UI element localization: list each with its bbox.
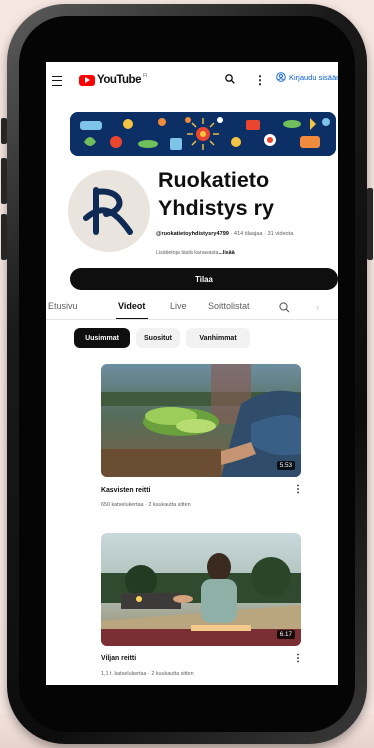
tab-live[interactable]: Live [170,301,187,311]
subscribe-label: Tilaa [195,274,213,284]
tabs-divider [46,319,338,320]
phone-side-button [1,158,7,204]
chip-oldest[interactable]: Vanhimmat [186,328,250,348]
chip-newest[interactable]: Uusimmat [74,328,130,348]
subscriber-count: 414 tilaajaa [233,231,263,237]
thumbnail-image [101,364,301,477]
tab-playlists[interactable]: Soittolistat [208,301,250,311]
chevron-right-icon[interactable]: › [316,302,319,312]
view-count: 1,1 t. katselukertaa [101,671,147,677]
sign-in-button[interactable]: Kirjaudu sisään [276,72,338,82]
video-title[interactable]: Viljan reitti [101,655,136,662]
description-text: Lisätietoja tästä kanavasta [156,250,219,256]
channel-logo-icon [83,187,133,235]
video-more-icon[interactable]: ⋮ [293,654,303,664]
channel-tabs: Etusivu Videot Live Soittolistat › [46,298,338,320]
subscribe-button[interactable]: Tilaa [70,268,338,290]
thumbnail-image [101,533,301,646]
channel-meta: @ruokatietoyhdistysry4799 · 414 tilaajaa… [156,231,293,237]
phone-side-button [1,118,7,144]
phone-power-button [367,188,373,260]
video-thumbnail[interactable]: 6.17 [101,533,301,646]
more-link[interactable]: ...lisää [218,250,234,256]
chip-label: Vanhimmat [199,334,237,342]
banner-artwork [70,112,336,156]
chip-label: Uusimmat [85,334,119,342]
video-meta: 650 katselukertaa · 2 kuukautta sitten [101,502,191,508]
sign-in-label: Kirjaudu sisään [289,72,338,82]
chip-popular[interactable]: Suositut [136,328,180,348]
channel-name-line2: Yhdistys ry [158,196,274,220]
phone-side-button [1,214,7,260]
region-code: FI [142,73,148,79]
channel-banner [70,112,336,156]
top-app-bar: YouTube FI ⋮ Kirjaudu sisään [46,62,338,100]
youtube-logo[interactable]: YouTube FI [79,72,147,88]
channel-name-line1: Ruokatieto [158,168,270,192]
video-duration: 6.17 [276,630,295,639]
chip-label: Suositut [144,334,172,342]
youtube-play-icon [79,74,95,86]
video-more-icon[interactable]: ⋮ [293,485,303,495]
search-icon[interactable] [225,74,235,84]
upload-age: 2 kuukautta sitten [148,502,191,508]
youtube-wordmark: YouTube [97,74,141,86]
channel-description[interactable]: Lisätietoja tästä kanavasta...lisää [156,250,235,256]
menu-icon[interactable] [52,76,62,86]
video-title[interactable]: Kasvisten reitti [101,487,150,494]
channel-handle: @ruokatietoyhdistysry4799 [156,231,229,237]
tab-videos[interactable]: Videot [118,301,145,311]
video-count: 31 videota [267,231,294,237]
video-meta: 1,1 t. katselukertaa · 2 kuukautta sitte… [101,671,194,677]
video-thumbnail[interactable]: 5.53 [101,364,301,477]
tab-home[interactable]: Etusivu [48,301,78,311]
phone-screen: YouTube FI ⋮ Kirjaudu sisään Ruokatieto … [46,62,338,685]
view-count: 650 katselukertaa [101,502,144,508]
upload-age: 2 kuukautta sitten [151,671,194,677]
channel-name: Ruokatieto Yhdistys ry [158,166,274,222]
channel-search-icon[interactable] [279,302,290,313]
more-options-icon[interactable]: ⋮ [254,74,266,86]
video-duration: 5.53 [276,461,295,470]
channel-avatar[interactable] [68,170,150,252]
account-icon [276,72,286,82]
